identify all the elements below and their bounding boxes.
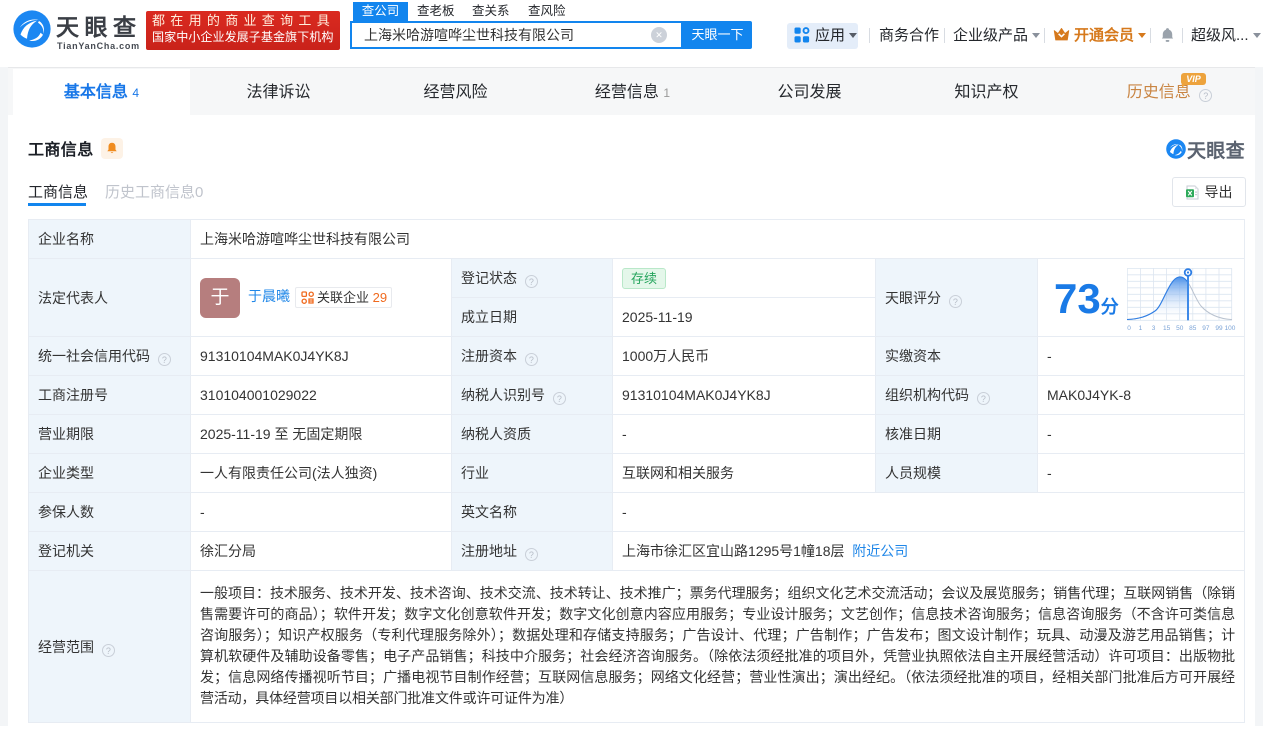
svg-text:15: 15: [1163, 325, 1171, 332]
svg-text:99: 99: [1215, 325, 1223, 332]
svg-text:3: 3: [1152, 325, 1156, 332]
svg-text:100: 100: [1225, 325, 1236, 332]
svg-text:97: 97: [1202, 325, 1210, 332]
svg-text:85: 85: [1189, 325, 1197, 332]
svg-text:0: 0: [1127, 325, 1131, 332]
svg-text:1: 1: [1139, 325, 1143, 332]
svg-text:50: 50: [1176, 325, 1184, 332]
